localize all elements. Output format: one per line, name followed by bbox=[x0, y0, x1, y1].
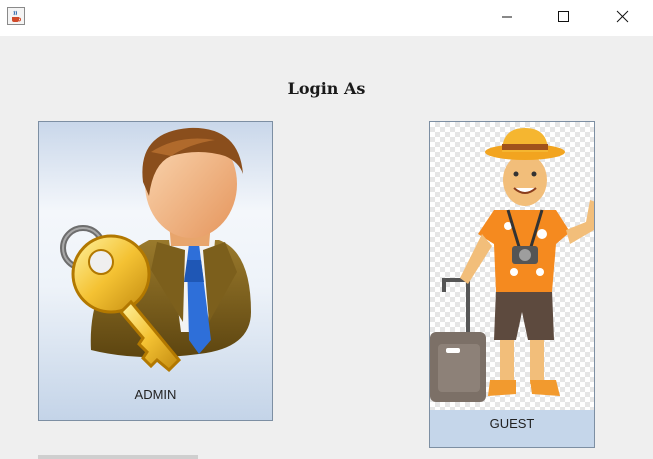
minimize-button[interactable] bbox=[484, 0, 530, 33]
close-button[interactable] bbox=[599, 0, 645, 33]
minimize-icon bbox=[502, 16, 512, 18]
login-as-heading: Login As bbox=[287, 79, 366, 98]
maximize-icon bbox=[558, 11, 569, 22]
maximize-button[interactable] bbox=[540, 0, 586, 33]
admin-key-user-icon bbox=[60, 127, 252, 373]
title-bar bbox=[0, 0, 653, 36]
close-icon bbox=[616, 10, 629, 23]
login-window: Login As ADMIN GUEST bbox=[0, 0, 653, 459]
admin-login-button[interactable]: ADMIN bbox=[38, 121, 273, 421]
guest-login-button[interactable]: GUEST bbox=[429, 121, 595, 448]
java-cup-icon bbox=[7, 7, 25, 25]
admin-label: ADMIN bbox=[134, 387, 177, 402]
bottom-edge-artifact bbox=[38, 455, 198, 459]
guest-label: GUEST bbox=[489, 416, 535, 431]
tourist-guest-icon bbox=[430, 128, 594, 402]
